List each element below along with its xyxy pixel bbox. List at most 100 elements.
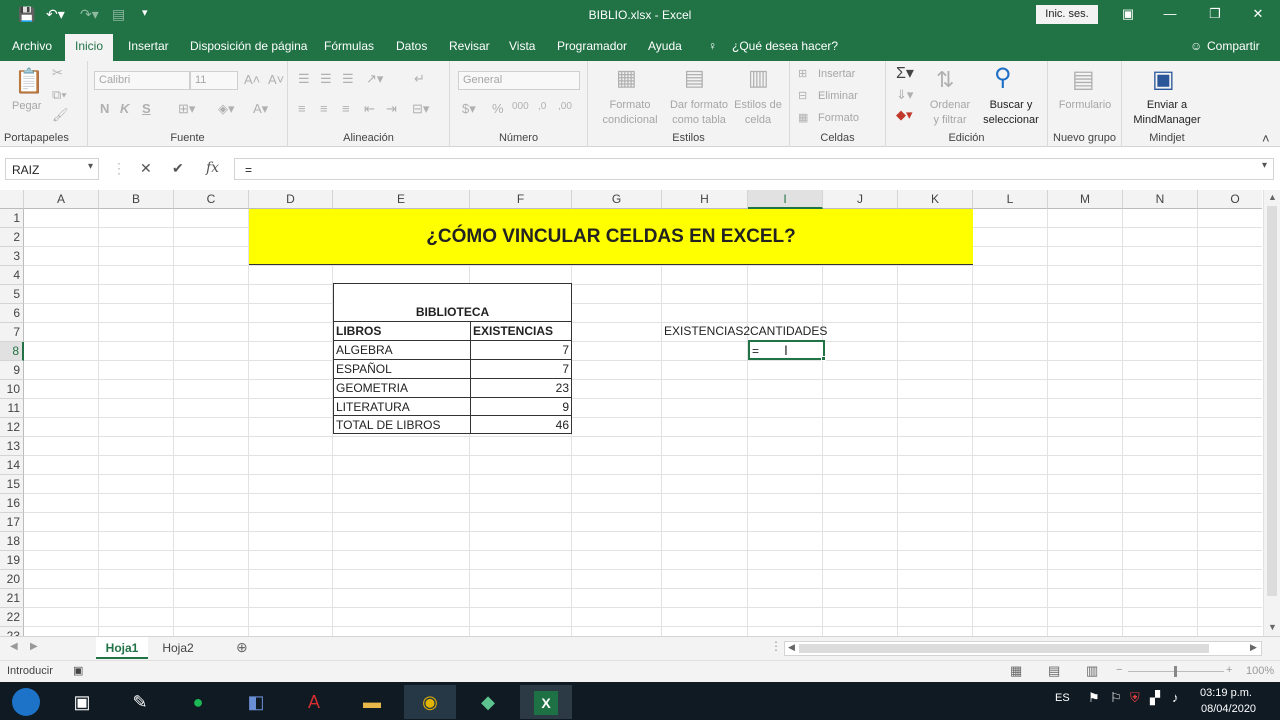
clock-time[interactable]: 03:19 p.m. <box>1200 687 1252 699</box>
cut-icon[interactable]: ✂ <box>52 65 63 81</box>
ribbon-display-icon[interactable]: ▣ <box>1118 6 1138 22</box>
tab-ayuda[interactable]: Ayuda <box>648 39 682 53</box>
book-cell[interactable]: ESPAÑOL <box>336 360 392 378</box>
sort-filter-icon[interactable]: ⇅ <box>936 67 954 93</box>
share-button[interactable]: Compartir <box>1207 39 1260 53</box>
tab-inicio[interactable]: Inicio <box>65 34 114 61</box>
network-icon[interactable]: ▞ <box>1150 690 1160 706</box>
mindmanager-task-icon[interactable]: ◧ <box>230 685 282 719</box>
splitter-icon[interactable]: ⋮ <box>770 639 782 653</box>
find-select-button[interactable]: Buscar y <box>978 99 1044 111</box>
sheet-tab-hoja1[interactable]: Hoja1 <box>96 637 148 659</box>
row-header[interactable]: 17 <box>0 513 24 532</box>
zoom-level[interactable]: 100% <box>1246 665 1274 677</box>
align-middle-icon[interactable]: ☰ <box>320 71 332 87</box>
action-center-icon[interactable]: ⚐ <box>1110 690 1122 706</box>
sheet-tab-hoja2[interactable]: Hoja2 <box>152 637 204 659</box>
chrome-icon[interactable]: ◉ <box>404 685 456 719</box>
row-header[interactable]: 4 <box>0 266 24 285</box>
cell-styles-button[interactable]: Estilos de <box>732 99 784 111</box>
column-header[interactable]: M <box>1048 190 1123 209</box>
sort-filter-button-line2[interactable]: y filtrar <box>924 114 976 126</box>
column-header[interactable]: J <box>823 190 898 209</box>
h-scroll-thumb[interactable] <box>799 644 1209 653</box>
align-right-icon[interactable]: ≡ <box>342 101 350 116</box>
comma-style-icon[interactable]: 000 <box>512 101 529 112</box>
acrobat-icon[interactable]: A <box>288 685 340 719</box>
page-layout-icon[interactable]: ▤ <box>1048 663 1060 679</box>
increase-decimal-icon[interactable]: ,0 <box>538 101 546 112</box>
clock-date[interactable]: 08/04/2020 <box>1201 703 1256 715</box>
insert-cells-icon[interactable]: ⊞ <box>798 67 807 80</box>
row-header[interactable]: 19 <box>0 551 24 570</box>
formula-input[interactable]: = <box>234 158 1274 180</box>
row-header[interactable]: 20 <box>0 570 24 589</box>
row-header[interactable]: 9 <box>0 361 24 380</box>
row-header[interactable]: 6 <box>0 304 24 323</box>
number-format-dropdown[interactable]: General <box>458 71 580 90</box>
column-header[interactable]: B <box>99 190 174 209</box>
cancel-icon[interactable]: ✕ <box>140 160 152 177</box>
file-explorer-icon[interactable]: ▬ <box>346 685 398 719</box>
task-view-icon[interactable]: ▣ <box>56 685 108 719</box>
conditional-format-button[interactable]: Formato <box>598 99 662 111</box>
sort-filter-button[interactable]: Ordenar <box>924 99 976 111</box>
column-header[interactable]: D <box>249 190 333 209</box>
tab-insertar[interactable]: Insertar <box>128 39 169 53</box>
column-header[interactable]: A <box>24 190 99 209</box>
scroll-down-icon[interactable]: ▼ <box>1268 622 1277 632</box>
tab-disposicion[interactable]: Disposición de página <box>190 39 307 53</box>
horizontal-scrollbar[interactable]: ◀ ▶ <box>784 641 1262 656</box>
align-bottom-icon[interactable]: ☰ <box>342 71 354 87</box>
tab-datos[interactable]: Datos <box>396 39 427 53</box>
form-button[interactable]: Formulario <box>1052 99 1118 111</box>
table-title[interactable]: BIBLIOTECA <box>334 303 571 321</box>
format-cells-icon[interactable]: ▦ <box>798 111 808 124</box>
close-icon[interactable]: ✕ <box>1248 6 1268 22</box>
row-header[interactable]: 18 <box>0 532 24 551</box>
cell-styles-button-line2[interactable]: celda <box>732 114 784 126</box>
send-mindmanager-button[interactable]: Enviar a <box>1126 99 1208 111</box>
zoom-out-icon[interactable]: − <box>1116 664 1122 676</box>
row-header[interactable]: 14 <box>0 456 24 475</box>
expand-formula-icon[interactable]: ▾ <box>1262 160 1267 171</box>
row-header[interactable]: 16 <box>0 494 24 513</box>
scroll-thumb[interactable] <box>1267 206 1277 596</box>
conditional-format-button-line2[interactable]: condicional <box>598 114 662 126</box>
minimize-icon[interactable]: — <box>1160 6 1180 21</box>
borders-icon[interactable]: ⊞▾ <box>178 101 195 117</box>
align-center-icon[interactable]: ≡ <box>320 101 328 116</box>
clear-icon[interactable]: ◆▾ <box>896 107 913 123</box>
wrap-text-icon[interactable]: ↵ <box>414 71 425 87</box>
row-header[interactable]: 8 <box>0 342 24 361</box>
language-indicator[interactable]: ES <box>1055 692 1070 704</box>
row-header[interactable]: 12 <box>0 418 24 437</box>
percent-icon[interactable]: % <box>492 101 504 116</box>
qty-cell[interactable]: 23 <box>473 379 569 397</box>
fill-color-icon[interactable]: ◈▾ <box>218 101 235 117</box>
excel-task-icon[interactable]: X <box>520 685 572 719</box>
grow-font-icon[interactable]: A˄ <box>244 72 260 87</box>
qty-cell[interactable]: 46 <box>473 416 569 434</box>
page-break-icon[interactable]: ▥ <box>1086 663 1098 679</box>
scroll-left-icon[interactable]: ◀ <box>788 642 795 653</box>
column-header[interactable]: I <box>748 190 823 209</box>
format-cells-button[interactable]: Formato <box>818 112 859 124</box>
row-header[interactable]: 10 <box>0 380 24 399</box>
font-size-dropdown[interactable]: 11 <box>190 71 238 90</box>
currency-icon[interactable]: $▾ <box>462 101 476 117</box>
align-left-icon[interactable]: ≡ <box>298 101 306 116</box>
tab-vista[interactable]: Vista <box>509 39 535 53</box>
row-header[interactable]: 3 <box>0 247 24 266</box>
format-painter-icon[interactable]: 🖌 <box>52 107 69 123</box>
row-header[interactable]: 11 <box>0 399 24 418</box>
format-table-button[interactable]: Dar formato <box>666 99 732 111</box>
conditional-format-icon[interactable]: ▦ <box>616 65 637 91</box>
enter-icon[interactable]: ✔ <box>172 160 184 177</box>
maximize-icon[interactable]: ❐ <box>1205 6 1225 22</box>
row-header[interactable]: 15 <box>0 475 24 494</box>
format-table-button-line2[interactable]: como tabla <box>666 114 732 126</box>
copy-icon[interactable]: ⧉▾ <box>52 87 67 103</box>
row-header[interactable]: 1 <box>0 209 24 228</box>
font-name-dropdown[interactable]: Calibri <box>94 71 190 90</box>
